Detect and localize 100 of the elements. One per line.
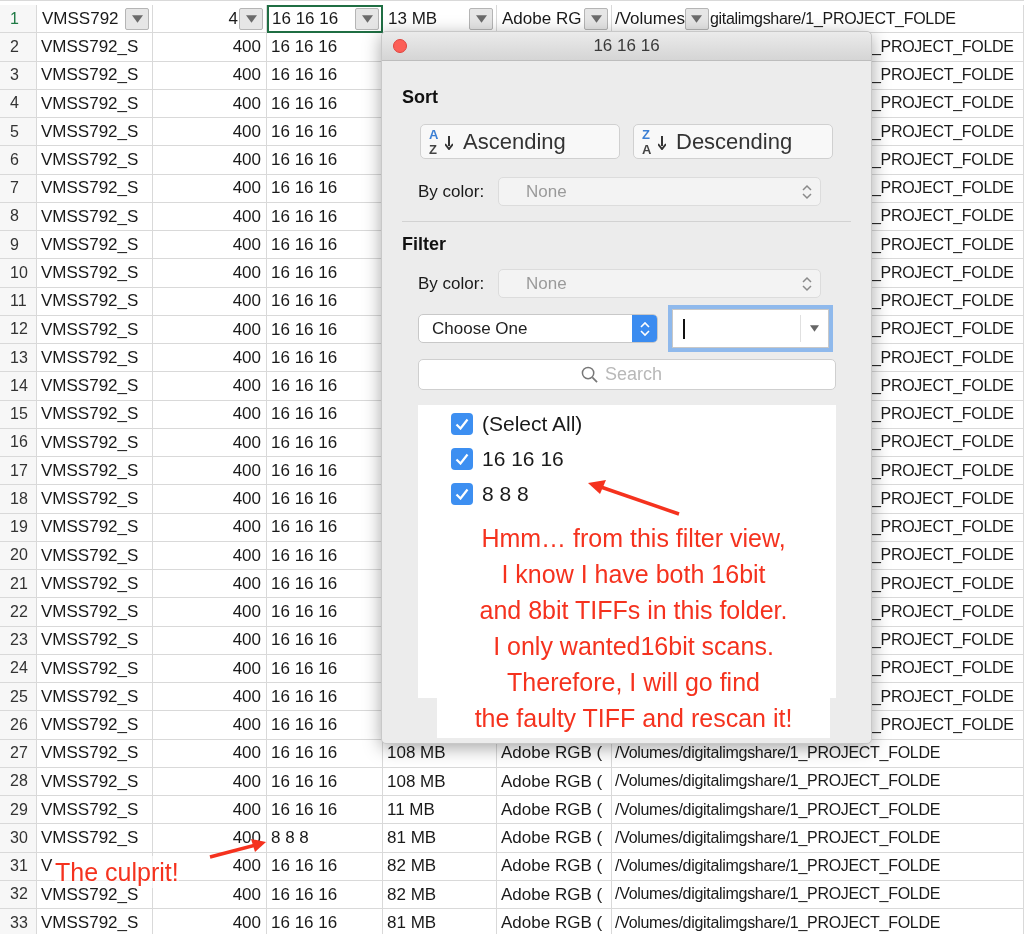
table-cell-text: 16 16 16 [270, 572, 338, 595]
table-cell-text: VMSS792_S [40, 798, 139, 821]
table-cell-text: 400 [232, 120, 261, 143]
table-cell-text: 400 [232, 488, 261, 511]
table-cell-text: 81 MB [386, 827, 437, 850]
table-cell-text: 400 [232, 770, 261, 793]
table-cell-text: 400 [232, 911, 261, 934]
caret-icon [475, 14, 487, 23]
table-cell-text: Adobe RGB ( [500, 798, 603, 821]
table-cell-text: VMSS792_S [40, 714, 139, 737]
table-cell-text: Adobe RGB ( [500, 827, 603, 850]
close-button[interactable] [393, 39, 407, 53]
table-cell-text: /Volumes/digitalimgshare/1_PROJECT_FOLDE [614, 827, 941, 848]
table-cell-text: Adobe RGB ( [500, 883, 603, 906]
table-cell-text: 11 MB [386, 798, 435, 821]
checkbox[interactable] [451, 447, 473, 470]
sort-button[interactable]: A Z Ascending [420, 124, 620, 159]
table-cell-text: 16 16 16 [270, 883, 338, 906]
table-cell-text: 16 16 16 [270, 855, 338, 878]
table-cell-text: /Volumes [614, 7, 685, 30]
table-cell-text: Adobe RGB ( [500, 911, 603, 934]
table-cell-text: _PROJECT_FOLDE [872, 460, 1014, 481]
condition-select[interactable]: Choose One [418, 314, 658, 343]
table-cell-text: _PROJECT_FOLDE [872, 347, 1014, 368]
table-cell-text: 400 [232, 262, 261, 285]
table-cell-text: 16 16 16 [270, 120, 338, 143]
filter-dropdown-button[interactable] [125, 7, 149, 30]
checkbox-label[interactable]: (Select All) [482, 407, 583, 440]
filter-dropdown-button[interactable] [239, 7, 263, 30]
table-cell-text: 16 16 16 [270, 911, 338, 934]
table-cell-text: 400 [232, 883, 261, 906]
table-cell-text: _PROJECT_FOLDE [872, 65, 1014, 86]
table-cell-text: 16 16 16 [270, 459, 338, 482]
row-number: 20 [0, 541, 37, 570]
table-cell-text: VMSS792_S [40, 629, 139, 652]
table-cell-text: 16 16 16 [270, 601, 338, 624]
table-cell-text: 400 [232, 177, 261, 200]
culprit-label: The culprit! [55, 856, 179, 888]
table-cell-text: 82 MB [386, 883, 437, 906]
checkbox[interactable] [451, 412, 473, 435]
table-cell-text: 16 16 16 [271, 7, 339, 30]
table-cell-text: 400 [232, 233, 261, 256]
table-cell-text: 400 [232, 629, 261, 652]
table-cell-text: 400 [232, 346, 261, 369]
table-cell-text: VMSS792_S [40, 92, 139, 115]
table-cell-text: _PROJECT_FOLDE [872, 149, 1014, 170]
filter-dropdown-button[interactable] [684, 7, 709, 30]
table-cell-text: 81 MB [386, 911, 437, 934]
table-cell-text: Adobe RGB ( [500, 770, 603, 793]
row-number: 28 [0, 767, 37, 796]
table-cell-text: 16 16 16 [270, 798, 338, 821]
search-field[interactable]: Search [418, 359, 836, 390]
row-number: 23 [0, 626, 37, 655]
table-cell-text: VMSS792 [41, 7, 119, 30]
sort-button[interactable]: Z A Descending [633, 124, 833, 159]
table-cell-text: 16 16 16 [270, 346, 338, 369]
table-cell-text: 16 16 16 [270, 149, 338, 172]
table-cell-text: 8 8 8 [270, 827, 309, 850]
table-cell-text: 16 16 16 [270, 36, 338, 59]
filter-dropdown-button[interactable] [469, 7, 493, 30]
table-cell-text: _PROJECT_FOLDE [872, 206, 1014, 227]
check-icon [455, 452, 469, 465]
table-cell-text: /Volumes/digitalimgshare/1_PROJECT_FOLDE [614, 771, 941, 792]
table-cell-text: VMSS792_S [40, 262, 139, 285]
checkbox-label[interactable]: 8 8 8 [482, 477, 529, 510]
table-cell-text: _PROJECT_FOLDE [872, 319, 1014, 340]
table-cell-text: _PROJECT_FOLDE [872, 573, 1014, 594]
table-cell-text: 16 16 16 [270, 375, 338, 398]
table-cell-text: 400 [232, 290, 261, 313]
table-cell-text: V [40, 855, 53, 878]
table-cell-text: VMSS792_S [40, 64, 139, 87]
row-number: 2 [0, 33, 37, 62]
table-cell-text: 400 [232, 685, 261, 708]
table-cell-text: gitalimgshare/1_PROJECT_FOLDE [708, 8, 956, 29]
table-cell-text: 16 16 16 [270, 742, 338, 765]
table-cell-text: 16 16 16 [270, 92, 338, 115]
table-cell-text: _PROJECT_FOLDE [872, 36, 1014, 57]
table-cell-text: VMSS792_S [40, 120, 139, 143]
table-cell-text: 16 16 16 [270, 657, 338, 680]
filter-dropdown-button[interactable] [584, 7, 608, 30]
table-cell-text: _PROJECT_FOLDE [872, 714, 1014, 735]
row-number: 22 [0, 598, 37, 627]
table-cell-text: VMSS792_S [40, 36, 139, 59]
row-number: 3 [0, 61, 37, 90]
window-title: 16 16 16 [593, 35, 660, 58]
row-number: 8 [0, 202, 37, 231]
checkbox-label[interactable]: 16 16 16 [482, 442, 564, 475]
table-cell-text: 16 16 16 [270, 431, 338, 454]
filter-dropdown-button[interactable] [355, 7, 379, 30]
check-icon [455, 417, 469, 430]
table-cell-text: 400 [232, 459, 261, 482]
table-cell-text: 400 [232, 403, 261, 426]
table-cell-text: 400 [232, 601, 261, 624]
table-cell-text: VMSS792_S [40, 233, 139, 256]
row-number: 30 [0, 824, 37, 853]
row-number: 1 [0, 5, 37, 34]
checkbox[interactable] [451, 482, 473, 505]
stepper-icon [639, 320, 650, 337]
table-cell-text: VMSS792_S [40, 403, 139, 426]
row-number: 16 [0, 428, 37, 457]
